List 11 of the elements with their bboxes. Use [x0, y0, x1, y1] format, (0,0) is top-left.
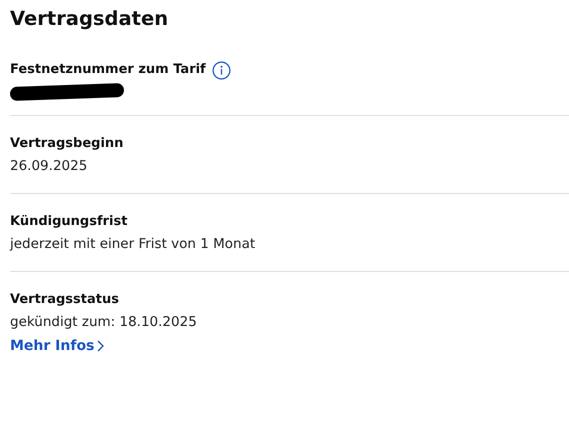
- field-label: Festnetznummer zum Tarif: [10, 61, 206, 79]
- more-info-link[interactable]: Mehr Infos: [10, 335, 104, 357]
- info-icon[interactable]: [212, 60, 231, 80]
- chevron-right-icon[interactable]: [97, 340, 104, 352]
- field-value: 26.09.2025: [10, 157, 88, 176]
- field-label: Vertragsbeginn: [10, 135, 124, 153]
- field-value: jederzeit mit einer Frist von 1 Monat: [10, 235, 256, 254]
- field-label: Kündigungsfrist: [10, 213, 128, 231]
- page-title: Vertragsdaten: [10, 6, 170, 32]
- field-label: Vertragsstatus: [10, 291, 119, 309]
- field-value: gekündigt zum: 18.10.2025: [10, 313, 198, 332]
